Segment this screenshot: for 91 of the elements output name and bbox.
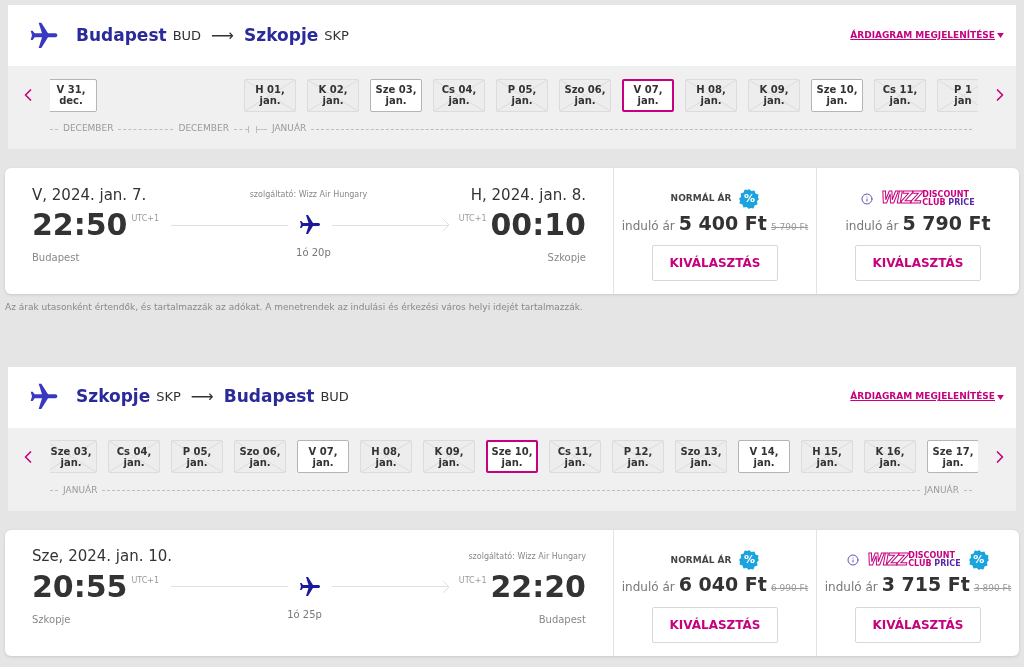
timezone: UTC+1 bbox=[131, 213, 160, 225]
destination-city: Budapest bbox=[223, 385, 315, 409]
date-tile[interactable]: Cs 11, jan. bbox=[874, 78, 926, 112]
date-tile[interactable]: H 15, jan. bbox=[801, 440, 853, 473]
month-label: JANUÁR bbox=[270, 122, 308, 136]
fare-label: NORMÁL ÁR bbox=[670, 192, 732, 205]
arrival-city: Szkopje bbox=[547, 251, 586, 265]
date-tile[interactable]: V 07, jan. bbox=[622, 78, 674, 112]
discount-badge: % bbox=[739, 550, 760, 571]
month-label: DECEMBER bbox=[62, 122, 115, 136]
plane-icon bbox=[298, 213, 322, 237]
flight-duration: 1ó 20p bbox=[296, 246, 331, 260]
origin-code: BUD bbox=[172, 26, 202, 45]
carrier-text: szolgáltató: Wizz Air Hungary bbox=[468, 550, 586, 563]
old-price: 3 890 Ft bbox=[973, 582, 1012, 596]
arrival-time: 22:20 bbox=[490, 571, 586, 602]
timezone: UTC+1 bbox=[458, 213, 487, 225]
date-tile[interactable]: Szo 06, jan. bbox=[234, 440, 286, 473]
date-tile[interactable]: Sze 03, jan. bbox=[370, 78, 422, 112]
month-label: JANUÁR bbox=[923, 483, 960, 497]
flight-duration: 1ó 25p bbox=[287, 607, 322, 622]
price-note: Az árak utasonként értendők, és tartalmazzák az adókat. A menetrendek az indulási és érkezési város helyi idejét tartalmazzák. bbox=[5, 301, 584, 314]
route-arrow: ⟶ bbox=[190, 386, 214, 408]
price: 5 790 Ft bbox=[902, 210, 991, 236]
plane-icon bbox=[298, 574, 322, 599]
caret-icon bbox=[997, 33, 1004, 38]
departure-date: Sze, 2024. jan. 10. bbox=[32, 546, 173, 568]
price: 6 040 Ft bbox=[678, 572, 767, 598]
old-price: 6 990 Ft bbox=[770, 582, 809, 596]
date-tile[interactable]: P 1 jan bbox=[937, 78, 978, 112]
date-tile[interactable]: Szo 06, jan. bbox=[559, 78, 611, 112]
old-price: 5 790 Ft bbox=[770, 220, 809, 234]
info-icon[interactable] bbox=[861, 192, 874, 205]
origin-city: Szkopje bbox=[76, 385, 151, 409]
departure-date: V, 2024. jan. 7. bbox=[32, 184, 147, 206]
date-tile[interactable]: Cs 04, jan. bbox=[433, 78, 485, 112]
origin-code: SKP bbox=[156, 388, 181, 407]
price-prefix: induló ár bbox=[845, 217, 899, 235]
price-prefix: induló ár bbox=[621, 217, 675, 235]
date-tile[interactable]: H 08, jan. bbox=[685, 78, 737, 112]
date-tile[interactable]: P 12, jan. bbox=[612, 440, 664, 473]
date-tile[interactable]: Cs 04, jan. bbox=[108, 440, 160, 473]
date-tile[interactable]: H 08, jan. bbox=[360, 440, 412, 473]
info-icon[interactable] bbox=[847, 554, 860, 567]
date-tile[interactable]: Sze 17, jan. bbox=[927, 440, 978, 473]
timezone: UTC+1 bbox=[131, 574, 160, 587]
date-tile[interactable]: K 09, jan. bbox=[748, 78, 800, 112]
month-label: DECEMBER bbox=[177, 122, 230, 136]
date-tile[interactable]: V 14, jan. bbox=[738, 440, 790, 473]
date-tile[interactable]: K 02, jan. bbox=[307, 78, 359, 112]
departure-city: Budapest bbox=[32, 251, 80, 265]
date-tile[interactable]: H 01, jan. bbox=[244, 78, 296, 112]
departure-time: 20:55 bbox=[32, 571, 128, 602]
destination-city: Szkopje bbox=[244, 23, 319, 47]
price: 5 400 Ft bbox=[678, 210, 767, 236]
price-prefix: induló ár bbox=[621, 579, 675, 597]
month-label: JANUÁR bbox=[61, 483, 99, 497]
fare-label: NORMÁL ÁR bbox=[670, 553, 732, 567]
departure-city: Szkopje bbox=[32, 612, 71, 627]
date-tile[interactable]: Cs 11, jan. bbox=[549, 440, 601, 473]
destination-code: BUD bbox=[320, 388, 349, 407]
arrival-date: H, 2024. jan. 8. bbox=[470, 184, 586, 206]
price-prefix: induló ár bbox=[824, 579, 878, 597]
discount-badge: % bbox=[968, 550, 989, 571]
price-chart-link[interactable]: ÁRDIAGRAM MEGJELENÍTÉSE bbox=[850, 28, 995, 43]
select-button[interactable]: KIVÁLASZTÁS bbox=[652, 606, 778, 643]
date-tile[interactable]: Sze 10, jan. bbox=[486, 440, 538, 473]
arrival-city: Budapest bbox=[538, 612, 586, 627]
route-arrow: ⟶ bbox=[211, 24, 235, 47]
timezone: UTC+1 bbox=[458, 574, 487, 587]
date-tile[interactable]: Szo 13, jan. bbox=[675, 440, 727, 473]
date-tile[interactable]: Sze 10, jan. bbox=[811, 78, 863, 112]
departure-time: 22:50 bbox=[32, 210, 128, 240]
date-tile[interactable]: K 09, jan. bbox=[423, 440, 475, 473]
date-tile[interactable]: V 07, jan. bbox=[297, 440, 349, 473]
select-button[interactable]: KIVÁLASZTÁS bbox=[855, 245, 981, 282]
price: 3 715 Ft bbox=[881, 572, 970, 598]
destination-code: SKP bbox=[324, 26, 349, 45]
date-tile[interactable]: K 16, jan. bbox=[864, 440, 916, 473]
price-chart-link[interactable]: ÁRDIAGRAM MEGJELENÍTÉSE bbox=[850, 390, 995, 404]
date-tile[interactable]: Sze 03, jan. bbox=[50, 440, 97, 473]
carrier-text: szolgáltató: Wizz Air Hungary bbox=[249, 189, 368, 201]
select-button[interactable]: KIVÁLASZTÁS bbox=[855, 606, 981, 643]
caret-icon bbox=[997, 394, 1004, 400]
discount-badge: % bbox=[739, 188, 760, 209]
date-tile[interactable]: V 31, dec. bbox=[50, 78, 97, 112]
date-tile[interactable]: P 05, jan. bbox=[496, 78, 548, 112]
origin-city: Budapest bbox=[76, 23, 167, 47]
date-tile[interactable]: P 05, jan. bbox=[171, 440, 223, 473]
arrival-time: 00:10 bbox=[490, 210, 586, 240]
select-button[interactable]: KIVÁLASZTÁS bbox=[652, 245, 778, 282]
